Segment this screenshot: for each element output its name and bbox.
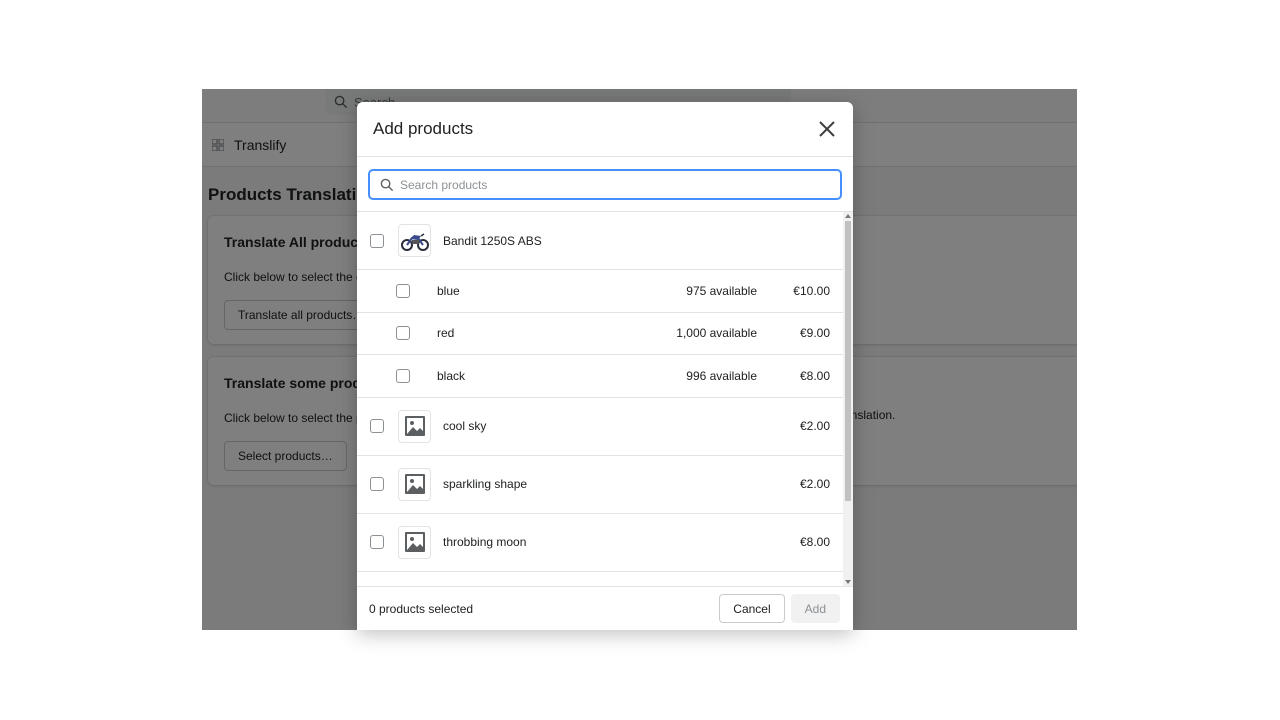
product-row-sparkling-shape[interactable]: sparkling shape €2.00 <box>357 456 843 514</box>
image-placeholder-icon <box>404 532 425 552</box>
product-checkbox[interactable] <box>370 419 384 433</box>
image-placeholder-icon <box>404 474 425 494</box>
product-name: cool sky <box>443 419 487 433</box>
product-thumbnail <box>398 467 431 501</box>
product-list-scrollbar[interactable] <box>843 212 853 586</box>
add-button[interactable]: Add <box>790 594 840 623</box>
add-products-modal: Add products Bandit 1250 <box>357 102 853 630</box>
cancel-button[interactable]: Cancel <box>719 594 785 623</box>
product-list: Bandit 1250S ABS blue 975 available €10.… <box>357 212 843 586</box>
product-name: sparkling shape <box>443 477 528 491</box>
modal-search-section <box>357 157 853 212</box>
search-icon <box>380 178 394 191</box>
variant-row-black[interactable]: black 996 available €8.00 <box>357 355 843 398</box>
product-price: €2.00 <box>799 419 830 433</box>
scrollbar-thumb[interactable] <box>845 221 851 501</box>
close-button[interactable] <box>815 117 839 141</box>
product-thumbnail <box>398 525 431 559</box>
variant-row-red[interactable]: red 1,000 available €9.00 <box>357 313 843 355</box>
variant-name: red <box>437 326 455 341</box>
product-checkbox[interactable] <box>370 477 384 491</box>
modal-footer: 0 products selected Cancel Add <box>357 586 853 630</box>
variant-availability: 996 available <box>686 368 757 383</box>
variant-checkbox[interactable] <box>396 283 410 298</box>
product-search-box <box>368 169 842 200</box>
product-row-throbbing-moon[interactable]: throbbing moon €8.00 <box>357 514 843 572</box>
selected-count: 0 products selected <box>369 601 474 616</box>
product-thumbnail <box>398 409 431 443</box>
motorcycle-image <box>400 232 429 251</box>
variant-name: blue <box>437 283 460 298</box>
modal-header: Add products <box>357 102 853 157</box>
variant-name: black <box>437 368 466 383</box>
scroll-up-arrow[interactable] <box>845 214 851 218</box>
variant-checkbox[interactable] <box>396 368 410 383</box>
product-checkbox[interactable] <box>370 233 384 248</box>
variant-checkbox[interactable] <box>396 326 410 341</box>
variant-price: €10.00 <box>793 283 830 298</box>
variant-row-blue[interactable]: blue 975 available €10.00 <box>357 270 843 313</box>
product-name: throbbing moon <box>443 535 527 549</box>
scroll-down-arrow[interactable] <box>845 580 851 584</box>
product-row-cool-sky[interactable]: cool sky €2.00 <box>357 398 843 456</box>
product-checkbox[interactable] <box>370 535 384 549</box>
variant-availability: 975 available <box>686 283 757 298</box>
product-row-bandit[interactable]: Bandit 1250S ABS <box>357 212 843 270</box>
close-icon <box>819 121 835 137</box>
product-search-input[interactable] <box>400 177 820 192</box>
product-price: €8.00 <box>799 535 830 549</box>
product-name: Bandit 1250S ABS <box>443 233 542 248</box>
product-price: €2.00 <box>799 477 830 491</box>
product-thumbnail <box>398 224 431 257</box>
image-placeholder-icon <box>404 416 425 436</box>
variant-availability: 1,000 available <box>676 326 757 341</box>
modal-title: Add products <box>373 119 474 138</box>
variant-price: €9.00 <box>799 326 830 341</box>
variant-price: €8.00 <box>799 368 830 383</box>
